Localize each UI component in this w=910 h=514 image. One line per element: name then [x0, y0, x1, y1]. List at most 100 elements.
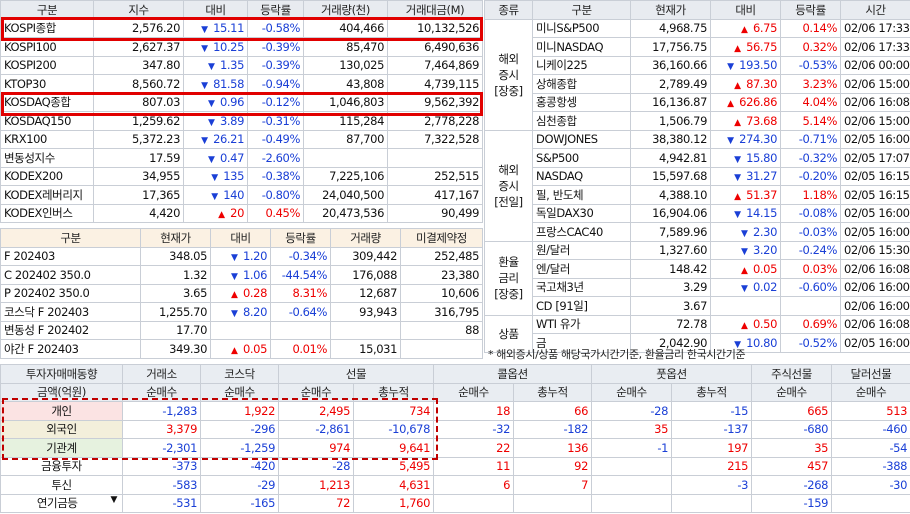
down-triangle-icon: ▼ [734, 173, 741, 184]
index-row[interactable]: KOSDAQ종합 807.03 ▼ 0.96 -0.12% 1,046,803 9,562,… [0, 92, 483, 112]
investor-row[interactable]: 외국인 3,379 -296 -2,861 -10,678 -32 -182 35 -137 -6… [0, 419, 910, 439]
up-triangle-icon: ▲ [734, 80, 741, 91]
futures-row[interactable]: 변동성 F 202402 17.70 88 [0, 320, 483, 340]
futures-row[interactable]: 야간 F 202403 349.30 ▲ 0.05 0.01% 15,031 [0, 339, 483, 359]
futures-row[interactable]: F 202403 348.05 ▼ 1.20 -0.34% 309,442 252,485 [0, 246, 483, 266]
change-cell: ▲ 56.75 [710, 37, 781, 57]
change-value: 274.30 [739, 132, 777, 147]
world-rate: 0.69% [780, 314, 841, 334]
investor-row[interactable]: 금융투자 -373 -420 -28 5,495 11 92 215 457 -388 [0, 456, 910, 476]
investor-group-3: 콜옵션 [432, 364, 593, 384]
world-row[interactable]: CD [91일] 3.67 02/06 16:00 [485, 296, 910, 316]
futures-row[interactable]: 코스닥 F 202403 1,255.70 ▼ 8.20 -0.64% 93,943 316… [0, 302, 483, 322]
index-amount: 7,322,528 [387, 129, 483, 149]
world-row[interactable]: 프랑스CAC40 7,589.96 ▼ 2.30 -0.03% 02/05 16:00 [485, 222, 910, 242]
world-rate: 5.14% [780, 111, 841, 131]
investor-subheader-4: 순매수 [433, 382, 514, 402]
world-row[interactable]: 니케이225 36,160.66 ▼ 193.50 -0.53% 02/06 00:00 [485, 55, 910, 75]
investor-value: -420 [200, 456, 279, 476]
world-row[interactable]: 독일DAX30 16,904.06 ▼ 14.15 -0.08% 02/05 16:00 [485, 203, 910, 223]
investor-name: 기관계 [0, 438, 123, 458]
index-row[interactable]: KRX100 5,372.23 ▼ 26.21 -0.49% 87,700 7,322,52… [0, 129, 483, 149]
world-row[interactable]: S&P500 4,942.81 ▼ 15.80 -0.32% 02/05 17:07 [485, 148, 910, 168]
investor-value: 11 [433, 456, 514, 476]
world-row[interactable]: 해외 증시 [장중] 미니S&P500 4,968.75 ▲ 6.75 0.14% 02/06 … [484, 18, 910, 131]
world-value: 15,597.68 [630, 166, 711, 186]
world-header-3: 대비 [710, 0, 781, 20]
index-amount: 2,778,228 [387, 111, 483, 131]
up-triangle-icon: ▲ [734, 117, 741, 128]
world-row[interactable]: 필, 반도체 4,388.10 ▲ 51.37 1.18% 02/05 16:15 [485, 185, 910, 205]
investor-value: -165 [200, 493, 279, 513]
futures-row[interactable]: P 202402 350.0 3.65 ▲ 0.28 8.31% 12,687 10,606 [0, 283, 483, 303]
index-row[interactable]: KOSDAQ150 1,259.62 ▼ 3.89 -0.31% 115,284 2,778… [0, 111, 483, 131]
index-row[interactable]: KODEX인버스 4,420 ▲ 20 0.45% 20,473,536 90,499 [0, 203, 483, 223]
index-row[interactable]: KOSPI200 347.80 ▼ 1.35 -0.39% 130,025 7,464,86… [0, 55, 483, 75]
world-row[interactable]: 미니NASDAQ 17,756.75 ▲ 56.75 0.32% 02/06 17:33 [485, 37, 910, 57]
world-time: 02/06 15:30 [840, 240, 910, 260]
change-value: 81.58 [213, 76, 244, 91]
investor-row[interactable]: 개인 -1,283 1,922 2,495 734 18 66 -28 -15 665 513 [0, 401, 910, 421]
investor-value: -268 [751, 475, 833, 495]
change-cell: ▼ 0.02 [710, 277, 781, 297]
investor-value: 9,641 [353, 438, 434, 458]
index-row[interactable]: KOSPI100 2,627.37 ▼ 10.25 -0.39% 85,470 6,490,… [0, 37, 483, 57]
down-triangle-icon: ▼ [207, 62, 215, 73]
index-name: KODEX레버리지 [0, 185, 94, 205]
index-rate: -0.38% [247, 166, 304, 186]
investor-value: 6 [433, 475, 514, 495]
futures-header-3: 등락률 [270, 228, 331, 248]
world-rate: 3.23% [780, 74, 841, 94]
index-amount: 90,499 [387, 203, 483, 223]
change-cell: ▲ 6.75 [710, 18, 781, 38]
futures-row[interactable]: C 202402 350.0 1.32 ▼ 1.06 -44.54% 176,088 23,… [0, 265, 483, 285]
up-triangle-icon: ▲ [734, 43, 741, 54]
dropdown-arrow-icon[interactable]: ▼ [110, 495, 117, 505]
world-header-0: 종류 [484, 0, 533, 20]
change-cell: ▲ 20 [183, 203, 248, 223]
world-row[interactable]: 해외 증시 [전일] DOWJONES 38,380.12 ▼ 274.30 -0.71% 02… [484, 129, 910, 242]
world-row[interactable]: 환율 금리 [장중] 원/달러 1,327.60 ▼ 3.20 -0.24% 02/06 15:… [484, 240, 910, 316]
world-row[interactable]: 상품 WTI 유가 72.78 ▲ 0.50 0.69% 02/06 16:08 [484, 314, 910, 353]
world-name: 원/달러 [532, 240, 631, 260]
index-row[interactable]: 변동성지수 17.59 ▼ 0.47 -2.60% [0, 148, 483, 168]
change-cell: ▲ 0.28 [210, 283, 271, 303]
world-name: 심천종합 [532, 111, 631, 131]
investor-name[interactable]: 연기금등 ▼ [0, 493, 123, 513]
world-time: 02/05 16:00 [840, 129, 910, 149]
world-rate: 0.03% [780, 259, 841, 279]
change-value: 0.05 [242, 341, 267, 356]
index-value: 17,365 [93, 185, 184, 205]
change-value: 140 [223, 187, 244, 202]
down-triangle-icon: ▼ [201, 25, 208, 36]
world-time: 02/05 16:00 [840, 333, 910, 353]
world-value: 4,968.75 [630, 18, 711, 38]
investor-row[interactable]: 기관계 -2,301 -1,259 974 9,641 22 136 -1 197 35 -54 [0, 438, 910, 458]
investor-value: 974 [278, 438, 354, 458]
investor-name-label: 개인 [51, 403, 72, 418]
change-cell: ▼ 15.80 [710, 148, 781, 168]
up-triangle-icon: ▲ [230, 345, 238, 356]
world-row[interactable]: 상해종합 2,789.49 ▲ 87.30 3.23% 02/06 15:00 [485, 74, 910, 94]
down-triangle-icon: ▼ [207, 154, 215, 165]
down-triangle-icon: ▼ [230, 253, 238, 264]
investor-subheader-6: 순매수 [591, 382, 673, 402]
futures-value: 3.65 [140, 283, 211, 303]
investor-row[interactable]: 투신 -583 -29 1,213 4,631 6 7 -3 -268 -30 [0, 475, 910, 495]
world-row[interactable]: 홍콩항셍 16,136.87 ▲ 626.86 4.04% 02/06 16:08 [485, 92, 910, 112]
index-row[interactable]: KODEX200 34,955 ▼ 135 -0.38% 7,225,106 252,515 [0, 166, 483, 186]
index-row[interactable]: KODEX레버리지 17,365 ▼ 140 -0.80% 24,040,500 417,1… [0, 185, 483, 205]
change-cell: ▼ 3.89 [183, 111, 248, 131]
world-row[interactable]: 국고채3년 3.29 ▼ 0.02 -0.60% 02/06 16:00 [485, 277, 910, 297]
world-row[interactable]: NASDAQ 15,597.68 ▼ 31.27 -0.20% 02/05 16:15 [485, 166, 910, 186]
index-row[interactable]: KTOP30 8,560.72 ▼ 81.58 -0.94% 43,808 4,739,11… [0, 74, 483, 94]
world-name: WTI 유가 [532, 314, 631, 334]
investor-group-2: 선물 [278, 364, 434, 384]
world-name: 독일DAX30 [532, 203, 631, 223]
world-row[interactable]: 심천종합 1,506.79 ▲ 73.68 5.14% 02/06 15:00 [485, 111, 910, 131]
world-row[interactable]: 엔/달러 148.42 ▲ 0.05 0.03% 02/06 16:08 [485, 259, 910, 279]
investor-value [433, 493, 514, 513]
investor-row[interactable]: 연기금등 ▼ -531 -165 72 1,760 -159 [0, 493, 910, 513]
index-row[interactable]: KOSPI종합 2,576.20 ▼ 15.11 -0.58% 404,466 10,132… [0, 18, 483, 38]
change-value: 0.02 [752, 280, 777, 295]
